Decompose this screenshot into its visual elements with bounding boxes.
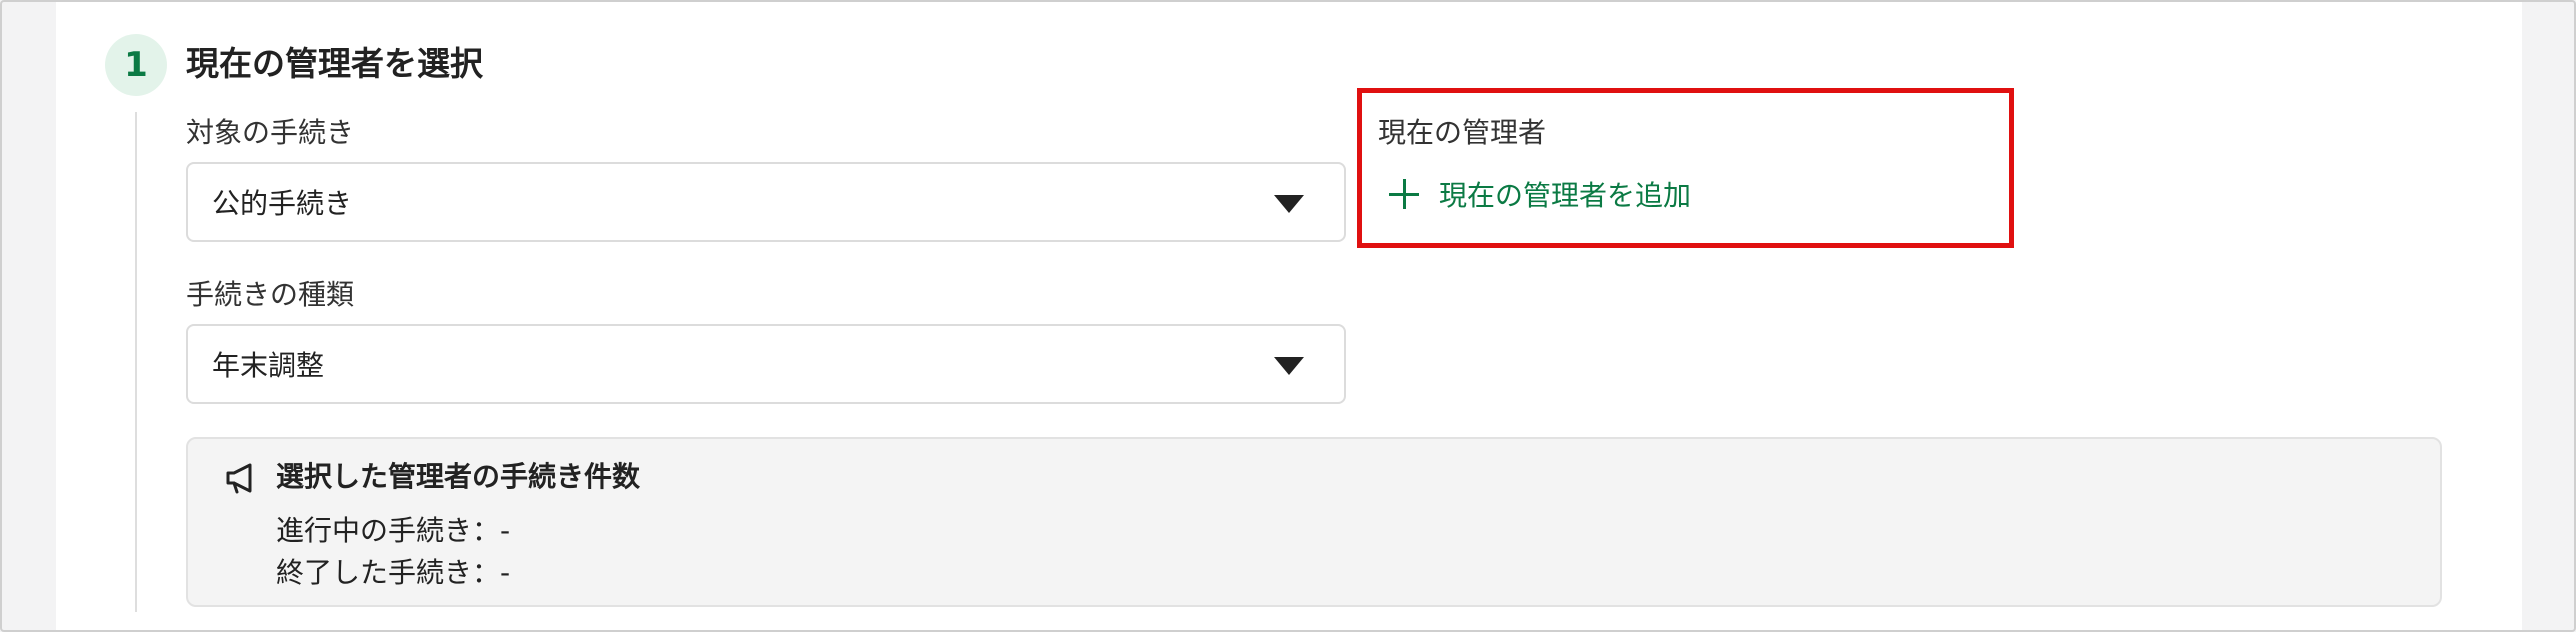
panel-title: 選択した管理者の手続き件数 <box>276 460 641 493</box>
procedure-type-label: 手続きの種類 <box>186 278 355 311</box>
chevron-down-icon <box>1274 357 1304 375</box>
chevron-down-icon <box>1274 195 1304 213</box>
add-current-admin-label: 現在の管理者を追加 <box>1439 179 1692 212</box>
completed-count: 終了した手続き：- <box>276 556 511 589</box>
in-progress-count: 進行中の手続き：- <box>276 514 511 547</box>
admin-procedure-count-panel: 選択した管理者の手続き件数 進行中の手続き：- 終了した手続き：- <box>186 437 2442 607</box>
plus-icon <box>1389 179 1419 209</box>
current-admin-label: 現在の管理者 <box>1378 116 1547 149</box>
page-frame: 1 現在の管理者を選択 対象の手続き 公的手続き 手続きの種類 年末調整 現在の… <box>0 0 2576 632</box>
procedure-target-select[interactable]: 公的手続き <box>186 162 1346 242</box>
add-current-admin-button[interactable]: 現在の管理者を追加 <box>1389 173 1691 215</box>
procedure-target-label: 対象の手続き <box>186 116 355 149</box>
procedure-type-value: 年末調整 <box>212 349 325 382</box>
procedure-target-value: 公的手続き <box>212 187 353 220</box>
procedure-type-select[interactable]: 年末調整 <box>186 324 1346 404</box>
step-connector-line <box>135 112 137 612</box>
megaphone-icon <box>226 463 252 494</box>
highlight-box <box>1357 88 2014 248</box>
step-number: 1 <box>124 45 148 85</box>
step-title: 現在の管理者を選択 <box>186 44 483 83</box>
step-number-badge: 1 <box>105 34 167 96</box>
